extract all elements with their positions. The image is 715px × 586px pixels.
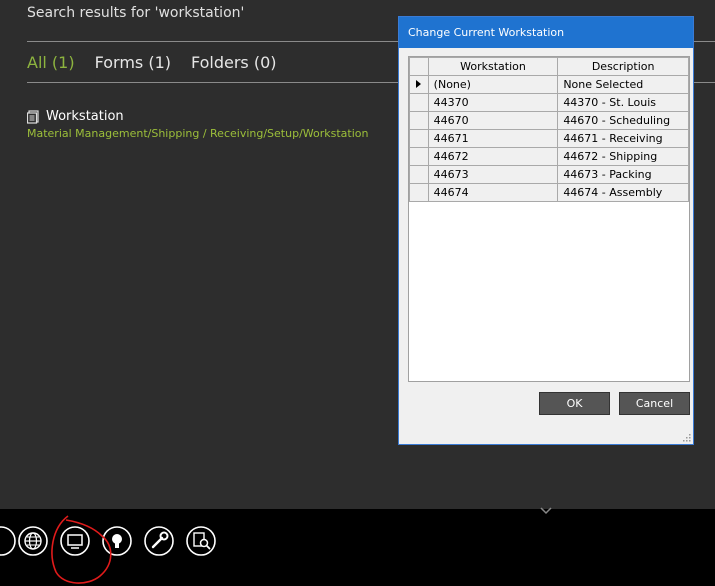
lightbulb-icon[interactable]: [101, 525, 133, 557]
row-selector-header: [409, 57, 429, 76]
result-path: Material Management/Shipping / Receiving…: [27, 127, 369, 140]
grid-header-row: Workstation Description: [409, 57, 689, 76]
resize-grip-icon[interactable]: [683, 434, 691, 442]
result-title[interactable]: Workstation: [46, 109, 124, 124]
dialog-title[interactable]: Change Current Workstation: [399, 17, 693, 48]
workstation-grid[interactable]: Workstation Description (None) None Selec…: [408, 56, 690, 382]
chevron-down-icon[interactable]: [539, 506, 553, 516]
row-selector[interactable]: [409, 147, 429, 166]
monitor-icon[interactable]: [59, 525, 91, 557]
search-result-item[interactable]: Workstation Material Management/Shipping…: [27, 109, 368, 140]
table-row[interactable]: 44673 44673 - Packing: [409, 165, 689, 184]
table-row[interactable]: 44670 44670 - Scheduling: [409, 111, 689, 130]
current-row-arrow-icon: [416, 80, 422, 88]
row-selector[interactable]: [409, 111, 429, 130]
row-selector[interactable]: [409, 93, 429, 112]
column-header-description[interactable]: Description: [557, 57, 689, 76]
description-cell[interactable]: 44370 - St. Louis: [557, 93, 689, 112]
description-cell[interactable]: 44673 - Packing: [557, 165, 689, 184]
row-selector[interactable]: [409, 183, 429, 202]
workstation-cell[interactable]: 44674: [427, 183, 559, 202]
filter-folders[interactable]: Folders (0): [191, 53, 277, 72]
change-workstation-dialog: Change Current Workstation Workstation D…: [398, 16, 694, 445]
workstation-cell[interactable]: (None): [427, 75, 559, 94]
row-selector[interactable]: [409, 75, 429, 94]
workstation-cell[interactable]: 44673: [427, 165, 559, 184]
table-row[interactable]: 44672 44672 - Shipping: [409, 147, 689, 166]
table-row[interactable]: 44674 44674 - Assembly: [409, 183, 689, 202]
workstation-cell[interactable]: 44670: [427, 111, 559, 130]
description-cell[interactable]: 44672 - Shipping: [557, 147, 689, 166]
filter-forms[interactable]: Forms (1): [95, 53, 171, 72]
workstation-cell[interactable]: 44671: [427, 129, 559, 148]
cancel-button[interactable]: Cancel: [619, 392, 690, 415]
workstation-cell[interactable]: 44370: [427, 93, 559, 112]
description-cell[interactable]: 44674 - Assembly: [557, 183, 689, 202]
circle-icon[interactable]: [0, 525, 17, 557]
table-row[interactable]: (None) None Selected: [409, 75, 689, 94]
description-cell[interactable]: 44670 - Scheduling: [557, 111, 689, 130]
row-selector[interactable]: [409, 129, 429, 148]
row-selector[interactable]: [409, 165, 429, 184]
search-results-title: Search results for 'workstation': [27, 5, 245, 21]
table-row[interactable]: 44671 44671 - Receiving: [409, 129, 689, 148]
filter-all[interactable]: All (1): [27, 53, 75, 72]
workstation-cell[interactable]: 44672: [427, 147, 559, 166]
column-header-workstation[interactable]: Workstation: [427, 57, 559, 76]
description-cell[interactable]: 44671 - Receiving: [557, 129, 689, 148]
table-row[interactable]: 44370 44370 - St. Louis: [409, 93, 689, 112]
result-filters: All (1) Forms (1) Folders (0): [27, 53, 277, 72]
globe-icon[interactable]: [17, 525, 49, 557]
description-cell[interactable]: None Selected: [557, 75, 689, 94]
document-icon: [27, 109, 39, 124]
ok-button[interactable]: OK: [539, 392, 610, 415]
wrench-icon[interactable]: [143, 525, 175, 557]
search-document-icon[interactable]: [185, 525, 217, 557]
